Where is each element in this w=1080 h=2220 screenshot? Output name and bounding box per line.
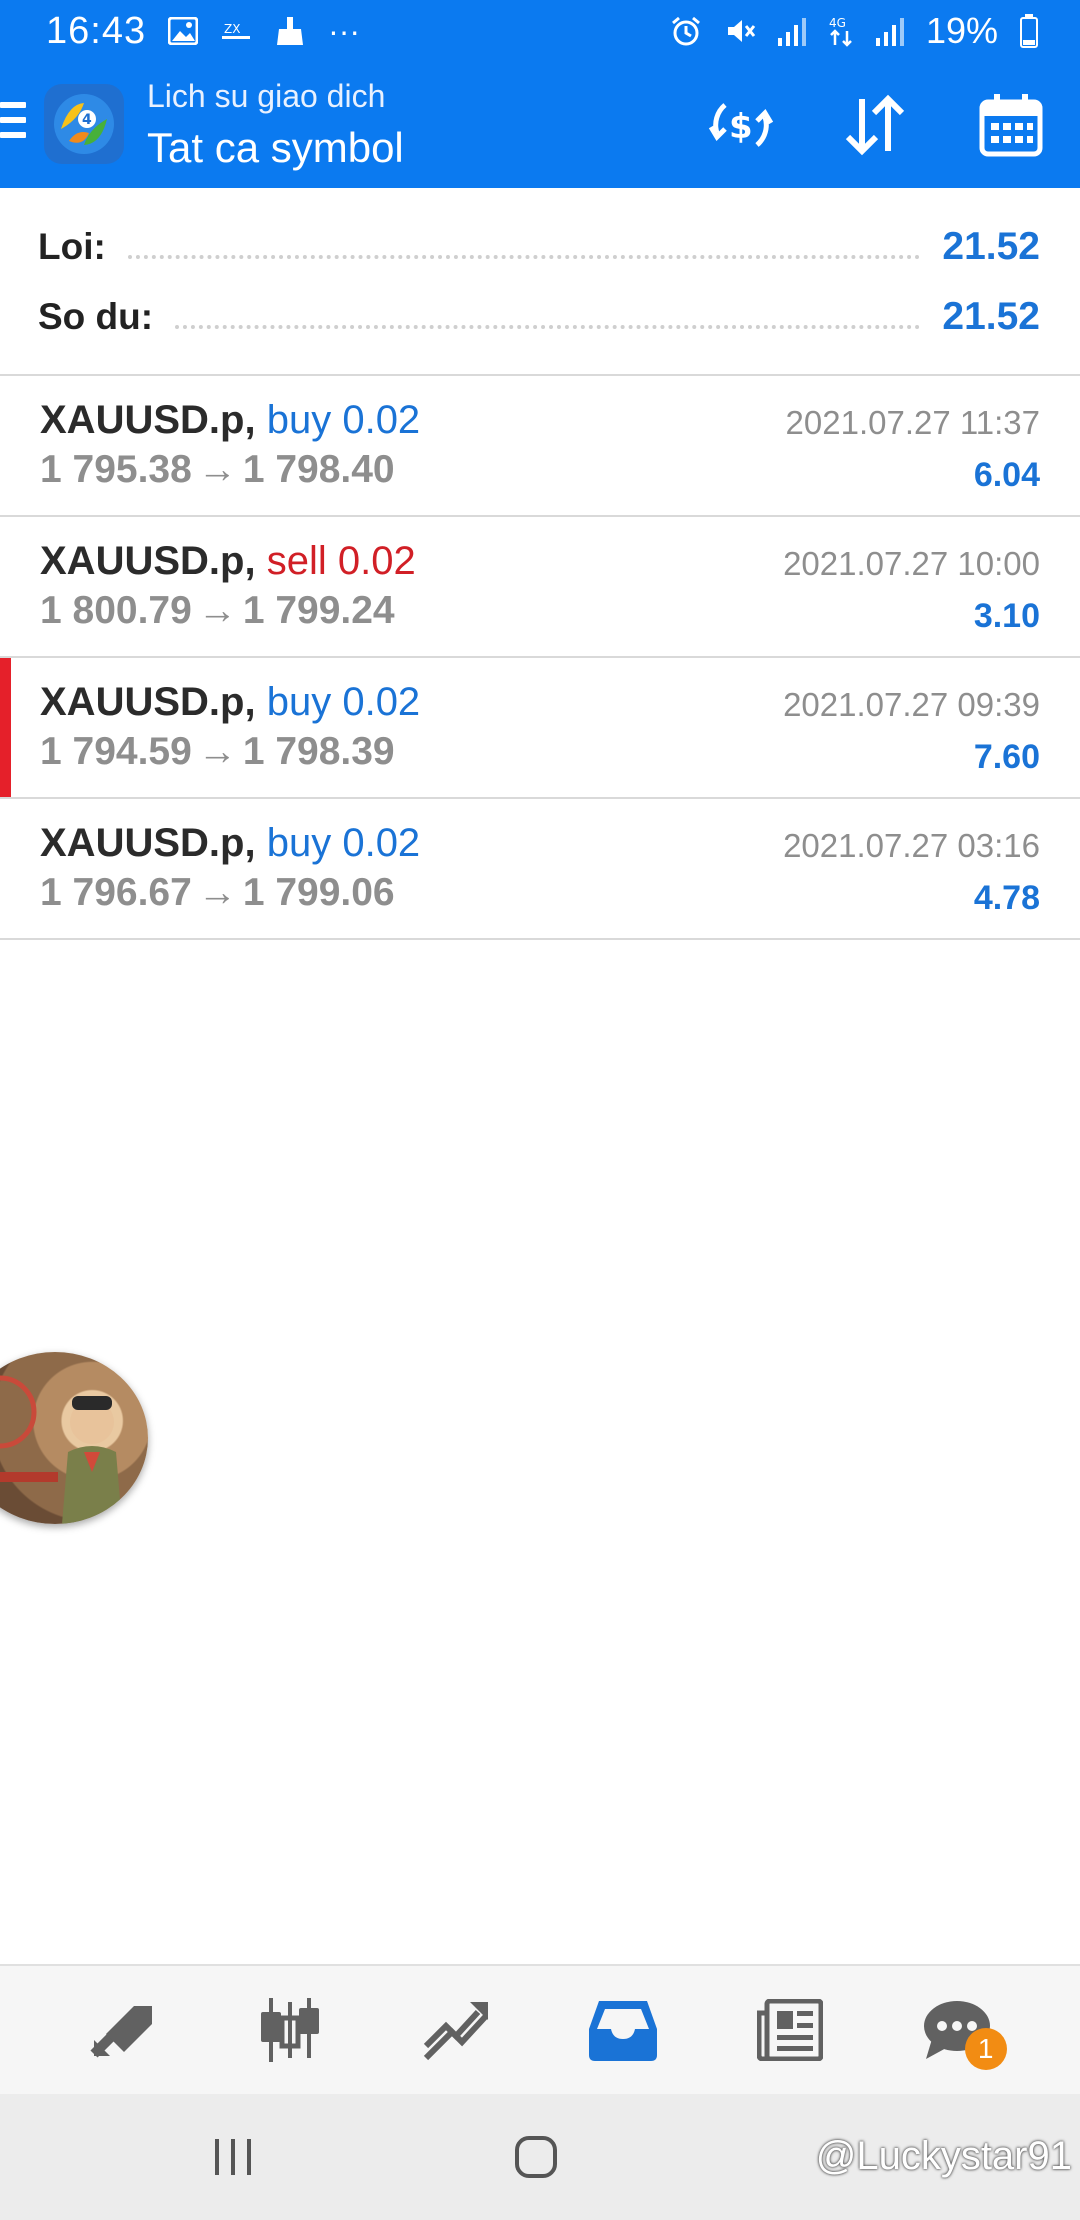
gallery-icon [168, 17, 199, 45]
trade-history-list: XAUUSD.p, buy 0.02 1 795.38 → 1 798.40 202… [0, 376, 1080, 940]
signal-icon-2 [875, 16, 904, 46]
period-calendar-button[interactable] [970, 84, 1052, 166]
status-time: 16:43 [46, 9, 147, 52]
system-navigation-bar: @Luckystar91 [0, 2094, 1080, 2220]
sort-button[interactable] [834, 84, 916, 166]
app-subtitle: Lich su giao dich [147, 78, 386, 114]
svg-text:ZX: ZX [224, 22, 240, 36]
arrow-right-icon: → [197, 448, 237, 491]
svg-text:4G: 4G [829, 16, 846, 30]
svg-text:4: 4 [82, 112, 92, 128]
calendar-icon [979, 94, 1043, 157]
nav-chart[interactable] [240, 1980, 340, 2080]
dotted-leader [127, 255, 921, 259]
menu-icon[interactable] [0, 102, 26, 146]
home-icon [515, 2136, 557, 2178]
chat-unread-badge: 1 [964, 2028, 1007, 2070]
svg-text:$: $ [729, 107, 753, 147]
trade-row-selected[interactable]: XAUUSD.p, buy 0.02 1 794.59 → 1 798.39 202… [0, 658, 1080, 799]
close-price: 1 799.06 [242, 871, 395, 914]
open-price: 1 796.67 [40, 871, 192, 914]
open-price: 1 794.59 [40, 730, 192, 773]
currency-exchange-icon: $ [708, 103, 774, 147]
mute-icon [724, 15, 756, 47]
trade-symbol: XAUUSD.p, [40, 680, 256, 724]
open-price: 1 795.38 [40, 448, 192, 491]
trade-volume: 0.02 [337, 539, 416, 583]
metatrader-logo[interactable]: 4 [44, 84, 124, 164]
trade-row[interactable]: XAUUSD.p, buy 0.02 1 795.38 → 1 798.40 202… [0, 376, 1080, 517]
trade-trend-icon [423, 2002, 488, 2061]
profit-label: Loi: [38, 226, 106, 267]
balance-label: So du: [38, 296, 154, 337]
floating-chat-head[interactable] [0, 1352, 148, 1524]
quotes-arrows-icon [90, 2006, 153, 2058]
nav-news[interactable] [740, 1980, 840, 2080]
trade-volume: 0.02 [342, 821, 421, 865]
trade-time: 2021.07.27 09:39 [783, 686, 1040, 723]
symbol-selector[interactable]: Tat ca symbol [147, 124, 404, 172]
deposit-withdraw-button[interactable]: $ [700, 84, 782, 166]
trade-profit: 3.10 [973, 597, 1040, 635]
recent-apps-icon [215, 2139, 251, 2175]
battery-percent: 19% [925, 10, 998, 51]
watermark: @Luckystar91 [815, 2134, 1072, 2178]
nav-quotes[interactable] [73, 1980, 173, 2080]
nav-chat[interactable]: 1 [907, 1980, 1007, 2080]
profit-value: 21.52 [942, 225, 1040, 268]
trade-time: 2021.07.27 03:16 [783, 827, 1040, 864]
network-type-icon: 4G [828, 15, 854, 47]
trade-type: sell [266, 539, 327, 583]
cleaner-icon [274, 15, 306, 47]
sort-arrows-icon [845, 94, 905, 156]
trade-volume: 0.02 [342, 398, 421, 442]
home-button[interactable] [496, 2124, 576, 2190]
alarm-icon [670, 15, 702, 47]
trade-time: 2021.07.27 10:00 [783, 545, 1040, 582]
nav-history[interactable] [573, 1980, 673, 2080]
signal-icon [777, 16, 806, 46]
trade-row[interactable]: XAUUSD.p, sell 0.02 1 800.79 → 1 799.24 20… [0, 517, 1080, 658]
trade-profit: 6.04 [973, 456, 1040, 494]
trade-symbol: XAUUSD.p, [40, 539, 256, 583]
history-summary: Loi: 21.52 So du: 21.52 [0, 188, 1080, 376]
close-price: 1 798.40 [242, 448, 395, 491]
arrow-right-icon: → [197, 871, 237, 914]
history-inbox-icon [589, 2001, 658, 2061]
status-bar: 16:43 ZX ··· 4G 19% [0, 0, 1080, 62]
app-bar: 4 Lich su giao dich Tat ca symbol $ [0, 62, 1080, 188]
open-price: 1 800.79 [40, 589, 192, 632]
trade-symbol: XAUUSD.p, [40, 398, 256, 442]
nav-trade[interactable] [407, 1980, 507, 2080]
trade-symbol: XAUUSD.p, [40, 821, 256, 865]
trade-volume: 0.02 [342, 680, 421, 724]
app-notification-icon: ZX [220, 19, 252, 43]
candlestick-icon [260, 1998, 319, 2062]
trade-type: buy [266, 821, 332, 865]
trade-type: buy [266, 680, 332, 724]
close-price: 1 799.24 [242, 589, 395, 632]
bottom-navigation: 1 [0, 1964, 1080, 2094]
trade-profit: 4.78 [973, 879, 1040, 917]
trade-time: 2021.07.27 11:37 [785, 404, 1040, 441]
arrow-right-icon: → [197, 730, 237, 773]
balance-value: 21.52 [942, 295, 1040, 338]
profit-row: Loi: 21.52 [38, 222, 1040, 272]
close-price: 1 798.39 [242, 730, 395, 773]
news-icon [756, 1999, 823, 2061]
dotted-leader [175, 325, 921, 329]
more-notifications-icon: ··· [328, 12, 361, 49]
balance-row: So du: 21.52 [38, 292, 1040, 342]
arrow-right-icon: → [197, 589, 237, 632]
battery-icon [1020, 14, 1038, 48]
trade-row[interactable]: XAUUSD.p, buy 0.02 1 796.67 → 1 799.06 202… [0, 799, 1080, 940]
trade-profit: 7.60 [973, 738, 1040, 776]
recent-apps-button[interactable] [193, 2124, 273, 2190]
app: 16:43 ZX ··· 4G 19% 4 Lich su giao dich … [0, 0, 1080, 2220]
trade-type: buy [266, 398, 332, 442]
